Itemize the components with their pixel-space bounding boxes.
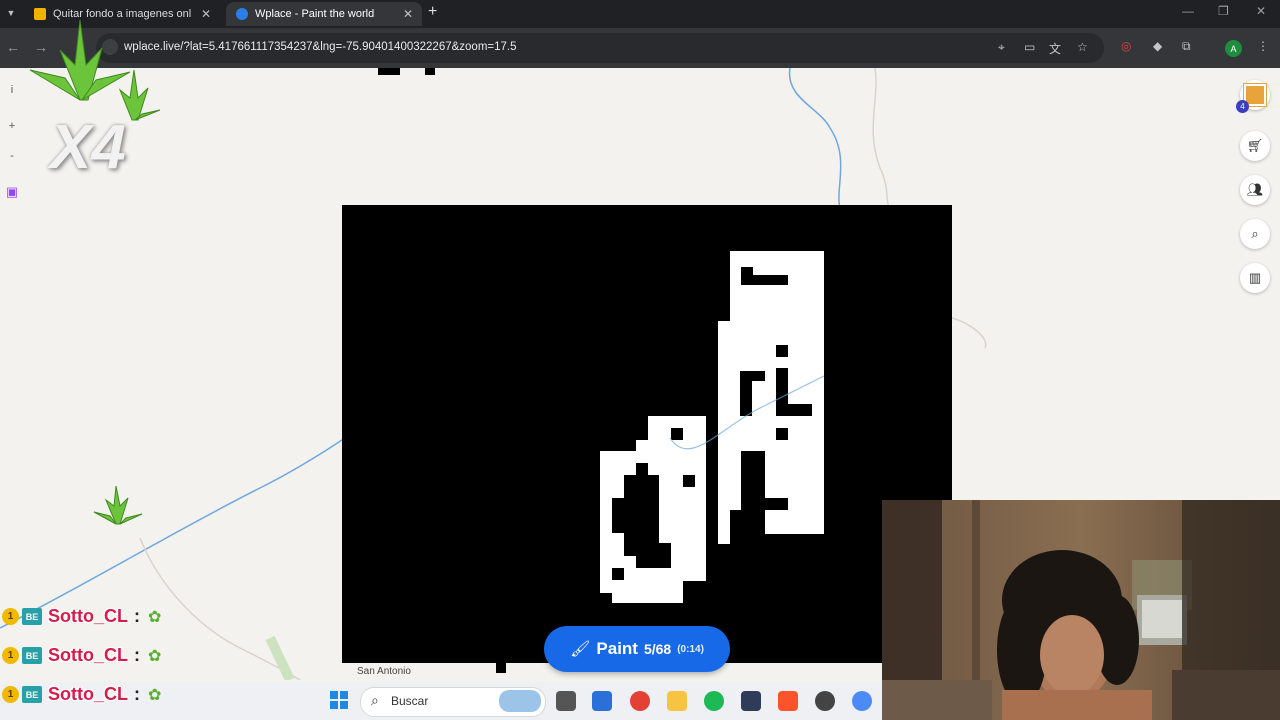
- group-icon[interactable]: 👥︎: [1240, 175, 1270, 205]
- paint-charges: 5/68: [643, 641, 672, 657]
- chevron-down-icon[interactable]: ▼: [2, 4, 20, 22]
- chat-username: Sotto_CL: [48, 606, 128, 626]
- pixel-art-fragment: [425, 68, 435, 75]
- app-icon[interactable]: [815, 691, 835, 711]
- chat-username: Sotto_CL: [48, 645, 128, 665]
- chat-message: 1 BE Sotto_CL : ✿: [2, 645, 161, 666]
- store-icon[interactable]: [592, 691, 612, 711]
- cannabis-leaf-icon: ✿: [148, 608, 162, 626]
- chat-separator: :: [134, 606, 140, 626]
- explore-search-icon[interactable]: ⌕: [1240, 219, 1270, 249]
- install-app-icon[interactable]: ▭: [1024, 40, 1035, 54]
- coin-badge-icon: 1: [2, 647, 19, 664]
- url-text: wplace.live/?lat=5.417661117354237&lng=-…: [124, 41, 517, 53]
- pixel-art-fragment: [496, 663, 506, 673]
- twitch-icon[interactable]: ▣: [0, 180, 24, 204]
- road-line: [951, 317, 987, 349]
- minimize-icon[interactable]: —: [1182, 4, 1194, 18]
- map-place-label: San Antonio: [357, 666, 411, 677]
- user-avatar-button[interactable]: 4: [1236, 80, 1270, 113]
- chat-message: 1 BE Sotto_CL : ✿: [2, 606, 161, 627]
- paint-timer: (0:14): [677, 643, 704, 655]
- sub-badge-icon: BE: [22, 647, 42, 664]
- pixel-art-fragment: [378, 68, 400, 75]
- chat-message: 1 BE Sotto_CL : ✿: [2, 684, 161, 705]
- chat-separator: :: [134, 645, 140, 665]
- arrow-left-icon[interactable]: ←: [6, 39, 20, 55]
- translate-icon[interactable]: 文: [1049, 40, 1061, 57]
- task-view-icon[interactable]: [556, 691, 576, 711]
- close-tab-icon[interactable]: ✕: [201, 7, 211, 21]
- star-icon[interactable]: ☆: [1077, 40, 1088, 54]
- cannabis-leaf-icon: ✿: [148, 686, 162, 704]
- restore-icon[interactable]: ❐: [1218, 4, 1229, 18]
- profile-avatar[interactable]: A: [1225, 40, 1242, 57]
- chat-username: Sotto_CL: [48, 684, 128, 704]
- search-placeholder: Buscar: [391, 694, 429, 708]
- chat-separator: :: [134, 684, 140, 704]
- zoom-out-button[interactable]: -: [0, 144, 24, 168]
- cannabis-leaf-icon: [93, 485, 143, 525]
- paint-button[interactable]: 🖌︎ Paint 5/68 (0:14): [544, 626, 730, 672]
- score-multiplier: X4: [50, 113, 126, 182]
- tab-wplace[interactable]: Wplace - Paint the world ✕: [226, 2, 422, 26]
- extension-icon[interactable]: ◎: [1121, 39, 1131, 53]
- park-area: [265, 635, 295, 680]
- leaderboard-icon[interactable]: ▥: [1240, 263, 1270, 293]
- taskbar-search-input[interactable]: ⌕ Buscar: [360, 687, 546, 717]
- search-highlight-icon: [499, 690, 541, 712]
- road-line: [872, 68, 891, 209]
- brush-icon: 🖌︎: [570, 641, 591, 658]
- puzzle-icon[interactable]: ⧉: [1182, 39, 1191, 54]
- address-bar[interactable]: wplace.live/?lat=5.417661117354237&lng=-…: [96, 33, 1104, 63]
- chrome-icon[interactable]: [630, 691, 650, 711]
- sub-badge-icon: BE: [22, 608, 42, 625]
- river-line: [788, 68, 842, 209]
- paint-label: Paint: [596, 639, 638, 658]
- close-window-icon[interactable]: ✕: [1256, 4, 1266, 18]
- webcam-feed: [882, 500, 1280, 720]
- chrome-profile-icon[interactable]: [852, 691, 872, 711]
- cannabis-leaf-icon: ✿: [148, 647, 162, 665]
- coin-badge-icon: 1: [2, 686, 19, 703]
- river-line: [0, 437, 346, 629]
- search-icon: ⌕: [371, 692, 379, 708]
- browser-tab-strip: ▼ Quitar fondo a imagenes online ✕ Wplac…: [0, 0, 1280, 28]
- windows-start-icon[interactable]: [330, 691, 348, 709]
- sub-badge-icon: BE: [22, 686, 42, 703]
- browser-toolbar: ← → wplace.live/?lat=5.417661117354237&l…: [0, 28, 1280, 68]
- brave-icon[interactable]: [778, 691, 798, 711]
- location-pin-icon[interactable]: ⌖: [998, 40, 1005, 55]
- cart-icon[interactable]: 🛒︎: [1240, 131, 1270, 161]
- folder-icon[interactable]: [667, 691, 687, 711]
- app-icon[interactable]: [741, 691, 761, 711]
- more-menu-icon[interactable]: ⋮: [1257, 39, 1269, 53]
- level-badge: 4: [1236, 100, 1249, 113]
- tab-title: Wplace - Paint the world: [255, 8, 375, 20]
- close-tab-icon[interactable]: ✕: [403, 7, 413, 21]
- coin-badge-icon: 1: [2, 608, 19, 625]
- globe-icon: [236, 8, 248, 20]
- new-tab-button[interactable]: +: [428, 3, 437, 21]
- extension-diamond-icon[interactable]: ◆: [1153, 39, 1162, 53]
- spotify-icon[interactable]: [704, 691, 724, 711]
